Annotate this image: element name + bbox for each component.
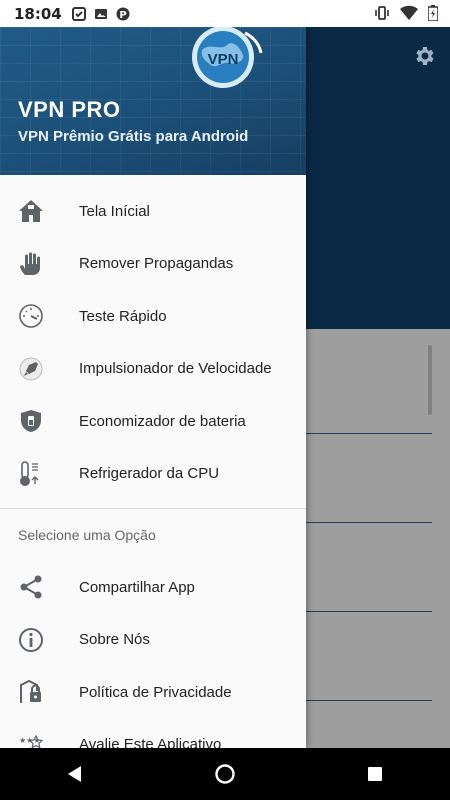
rate-stars-icon: ★★★ xyxy=(17,731,45,748)
secondary-menu: Compartilhar App Sobre Nós Política de P… xyxy=(0,561,306,748)
menu-item-privacy-policy[interactable]: Política de Privacidade xyxy=(0,666,306,719)
menu-item-share-app[interactable]: Compartilhar App xyxy=(0,561,306,614)
vpn-globe-logo: VPN xyxy=(192,27,263,88)
logo-text: VPN xyxy=(208,51,239,68)
status-time: 18:04 xyxy=(14,4,62,23)
app-subtitle: VPN Prêmio Grátis para Android xyxy=(18,128,249,145)
gear-icon[interactable] xyxy=(412,44,436,68)
menu-item-speed-test[interactable]: Teste Rápido xyxy=(0,290,306,343)
p-badge-icon: P xyxy=(116,7,130,21)
back-icon[interactable] xyxy=(60,759,90,789)
status-bar: 18:04 P xyxy=(0,0,450,27)
privacy-lock-icon xyxy=(17,678,45,706)
menu-item-speed-booster[interactable]: Impulsionador de Velocidade xyxy=(0,343,306,396)
menu-item-label: Teste Rápido xyxy=(79,307,167,325)
navigation-drawer: VPN VPN PRO VPN Prêmio Grátis para Andro… xyxy=(0,27,306,748)
menu-item-about-us[interactable]: Sobre Nós xyxy=(0,614,306,667)
vibrate-icon xyxy=(375,6,389,20)
info-icon xyxy=(17,626,45,654)
menu-item-label: Impulsionador de Velocidade xyxy=(79,360,272,378)
menu-item-cpu-cooler[interactable]: Refrigerador da CPU xyxy=(0,448,306,501)
home-icon xyxy=(17,197,45,225)
menu-item-battery-saver[interactable]: Economizador de bateria xyxy=(0,395,306,448)
menu-item-label: Avalie Este Aplicativo xyxy=(79,736,222,748)
recents-square-icon[interactable] xyxy=(360,759,390,789)
menu-item-label: Compartilhar App xyxy=(79,578,195,596)
speedometer-icon xyxy=(17,302,45,330)
menu-item-label: Sobre Nós xyxy=(79,631,150,649)
section-title: Selecione uma Opção xyxy=(18,527,156,543)
rocket-icon xyxy=(17,355,45,383)
image-icon xyxy=(94,8,107,19)
battery-saver-icon xyxy=(17,407,45,435)
battery-icon xyxy=(428,5,438,21)
menu-item-rate-app[interactable]: ★★★ Avalie Este Aplicativo xyxy=(0,719,306,748)
menu-item-label: Remover Propagandas xyxy=(79,255,234,273)
menu-item-remove-ads[interactable]: Remover Propagandas xyxy=(0,238,306,291)
menu-item-label: Economizador de bateria xyxy=(79,412,246,430)
app-title: VPN PRO xyxy=(18,97,121,122)
menu-item-label: Política de Privacidade xyxy=(79,683,232,701)
menu-item-label: Tela Inícial xyxy=(79,202,150,220)
thermometer-icon xyxy=(17,460,45,488)
svg-text:P: P xyxy=(119,10,126,21)
system-nav-bar xyxy=(0,748,450,800)
menu-item-label: Refrigerador da CPU xyxy=(79,465,220,483)
checklist-icon xyxy=(71,6,86,21)
share-icon xyxy=(17,573,45,601)
home-circle-icon[interactable] xyxy=(210,759,240,789)
wifi-icon xyxy=(400,5,418,21)
hand-stop-icon xyxy=(17,250,45,278)
primary-menu: Tela Inícial Remover Propagandas Teste R… xyxy=(0,185,306,500)
drawer-header: VPN VPN PRO VPN Prêmio Grátis para Andro… xyxy=(0,27,306,175)
menu-item-home[interactable]: Tela Inícial xyxy=(0,185,306,238)
